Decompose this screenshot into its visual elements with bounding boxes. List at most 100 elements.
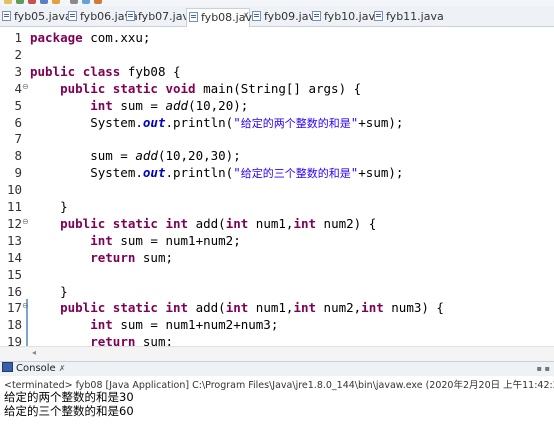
toolbar-icon[interactable] [52,0,60,4]
keyword-token: static [112,300,158,316]
fold-toggle-icon[interactable]: ⊖ [22,302,29,310]
code-line[interactable]: 3 public class fyb08 { [0,63,554,80]
line-number: 15 [6,266,22,282]
code-token: num1, [248,215,294,231]
keyword-token: int [165,215,189,231]
keyword-token: int [90,317,113,333]
keyword-token: int [293,300,317,316]
code-token: .println( [165,114,234,130]
fold-toggle-icon[interactable]: ⊖ [22,217,29,226]
line-number: 8 [14,148,22,164]
code-token: add [135,148,158,164]
toolbar-icon[interactable] [82,0,90,4]
code-line[interactable]: 13 int sum = num1+num2; [0,232,554,249]
tab-fyb07[interactable]: fyb07.java [124,8,196,25]
code-line[interactable]: 14 return sum; [0,249,554,266]
code-line[interactable]: 7 [0,130,554,147]
console-toolbar-icons[interactable]: ▪ ▪ [537,364,550,373]
line-number: 12 [6,215,22,231]
code-token: } [30,199,68,214]
toolbar-icon[interactable] [40,0,48,4]
toolbar-icon[interactable] [4,0,12,4]
fold-toggle-icon[interactable]: ⊖ [22,82,29,91]
code-token: main(String[] args) { [195,80,362,96]
code-line[interactable]: 4 ⊖ public static void main(String[] args… [0,80,554,97]
code-text: int sum = num1+num2+num3; [30,316,278,333]
keyword-token: int [293,215,317,231]
code-line[interactable]: 8 sum = add(10,20,30); [0,147,554,164]
toolbar-icon[interactable] [94,0,102,4]
code-line[interactable]: 12 ⊖ public static int add(int num1,int n… [0,215,554,232]
java-file-icon [252,11,261,21]
code-token: +sum); [358,114,404,130]
tab-fyb10[interactable]: fyb10.java [310,8,382,25]
code-text: int sum = add(10,20); [30,97,248,114]
code-line[interactable]: 5 int sum = add(10,20); [0,97,554,114]
code-text: return sum; [30,249,173,266]
toolbar-icon[interactable] [16,0,24,4]
code-line[interactable]: 2 [0,46,554,63]
console-tab-bar: Console ✗ ▪ ▪ [0,361,554,377]
tab-fyb06[interactable]: fyb06.java [66,8,138,25]
line-number: 18 [6,317,22,333]
code-line[interactable]: 18 int sum = num1+num2+num3; [0,316,554,334]
code-token: out [142,165,166,181]
code-token: System. [30,165,143,181]
tab-fyb09[interactable]: fyb09.java [250,8,322,25]
console-output-line: 给定的三个整数的和是60 [4,404,134,418]
code-token: +sum); [358,165,404,181]
code-text: package com.xxu; [30,29,150,46]
string-token: " [233,165,241,181]
code-token: num2) { [316,215,377,231]
java-file-icon [312,11,321,21]
code-line[interactable]: 15 [0,266,554,283]
code-token: num1, [248,300,294,316]
code-editor[interactable]: 1 package com.xxu; 2 3 public class fyb08 {4… [0,27,554,401]
code-text: sum = add(10,20,30); [30,147,241,164]
console-output[interactable]: <terminated> fyb08 [Java Application] C:… [0,376,554,439]
keyword-token: public [60,80,106,96]
code-line[interactable]: 17 ⊖ public static int add(int num1,int n… [0,299,554,317]
code-line[interactable]: 9 System.out.println("给定的三个整数的和是"+sum); [0,164,554,181]
close-icon[interactable]: ✗ [242,9,250,26]
close-icon[interactable]: ✗ [59,364,66,373]
tab-fyb08[interactable]: fyb08.java ✗ [186,8,259,27]
keyword-token: public [30,63,76,79]
code-token: sum = [112,97,166,113]
tab-fyb05[interactable]: fyb05.java [0,8,72,25]
scroll-left-icon[interactable]: ◂ [32,348,36,357]
toolbar-icon[interactable] [70,0,78,4]
code-line[interactable]: 6 System.out.println("给定的两个整数的和是"+sum); [0,114,554,131]
code-token: add( [188,215,226,231]
code-text: } [30,283,68,300]
code-text: public static int add(int num1,int num2)… [30,215,376,232]
keyword-token: int [361,300,384,316]
code-token: out [142,114,166,130]
code-token: (10,20); [188,97,249,113]
keyword-token: void [165,80,196,96]
code-token: add [165,97,189,113]
code-token: .println( [165,165,234,181]
line-number: 4 [14,80,22,96]
code-line[interactable]: 1 package com.xxu; [0,29,554,46]
tab-fyb11[interactable]: fyb11.java [372,8,444,25]
java-file-icon [189,12,198,22]
code-token: (10,20,30); [157,148,241,164]
toolbar-icon[interactable] [28,0,36,4]
tab-console[interactable]: Console ✗ [2,362,65,376]
code-line[interactable]: 11 } [0,198,554,215]
horizontal-scrollbar[interactable]: ◂ [0,346,554,361]
code-line[interactable]: 16 } [0,283,554,300]
line-number: 2 [14,46,22,62]
code-text: public static int add(int num1,int num2,… [30,299,444,316]
code-line[interactable]: 10 [0,181,554,198]
code-text: public static void main(String[] args) { [30,80,361,97]
console-tab-label: Console [16,363,56,374]
line-number: 5 [14,97,22,113]
